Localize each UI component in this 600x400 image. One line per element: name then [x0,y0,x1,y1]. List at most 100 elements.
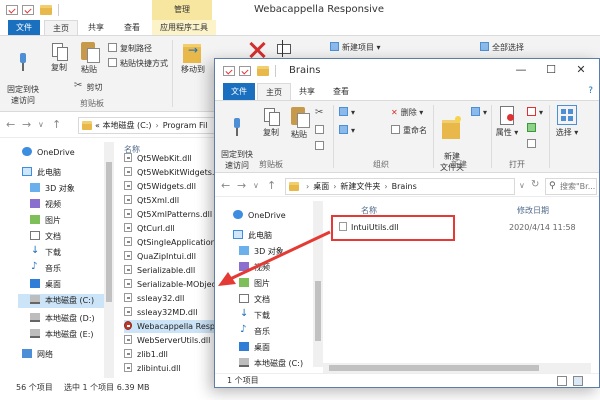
file-row[interactable]: Qt5WebKitWidgets. [124,166,214,179]
paste-button[interactable]: 粘贴 [287,105,311,140]
copy-button[interactable]: 复制 [46,42,72,73]
move-to-button[interactable]: 移动到 [178,40,208,75]
file-row[interactable]: ssleay32MD.dll [124,306,214,319]
new-item-small-button[interactable]: ▾ [471,107,487,117]
help-icon[interactable]: ? [588,86,593,96]
nav-music[interactable]: 音乐 [239,323,270,339]
file-row[interactable]: zlib1.dll [124,348,214,361]
nav-drive-c[interactable]: 本地磁盘 (C:) [18,294,105,308]
select-button[interactable]: 选择 ▾ [553,105,581,138]
breadcrumb-program-files[interactable]: Program Fil [163,121,208,130]
nav-documents[interactable]: 文档 [30,230,61,244]
refresh-icon[interactable]: ↻ [531,179,539,190]
nav-this-pc[interactable]: 此电脑 [233,229,272,243]
file-row[interactable]: Serializable-MObjec [124,278,214,291]
back-arrow-icon[interactable]: ← [6,118,15,131]
tab-application-tools[interactable]: 应用程序工具 [152,20,216,35]
nav-videos[interactable]: 视频 [30,198,61,212]
properties-quick-icon[interactable] [223,66,235,76]
file-row[interactable]: QtCurl.dll [124,222,214,235]
scrollbar-thumb[interactable] [329,365,539,371]
paste-shortcut-button[interactable]: 粘贴快捷方式 [108,58,168,69]
nav-3d-objects[interactable]: 3D 对象 [30,182,75,196]
front-date-column-header[interactable]: 修改日期 [517,205,549,216]
paste-shortcut-small-button[interactable] [315,141,327,151]
nav-3d-objects[interactable]: 3D 对象 [239,245,284,259]
nav-onedrive[interactable]: OneDrive [22,146,75,160]
address-dropdown-icon[interactable]: ∨ [519,181,525,190]
back-nav-scrollbar[interactable] [104,142,114,378]
file-row[interactable]: Qt5WebKit.dll [124,152,214,165]
breadcrumb-drive[interactable]: 本地磁盘 (C:) [102,121,151,130]
front-address-bar[interactable]: › 桌面 › 新建文件夹 › Brains [285,178,515,195]
cut-small-button[interactable] [315,107,325,119]
nav-desktop[interactable]: 桌面 [30,278,61,292]
copy-to-small-button[interactable]: ▾ [339,125,355,135]
copy-path-small-button[interactable] [315,125,327,135]
nav-drive-d[interactable]: 本地磁盘 (D:) [30,312,95,326]
tab-share[interactable]: 共享 [291,83,323,100]
recent-chevron-icon[interactable]: ∨ [38,120,44,129]
edit-small-button[interactable] [527,123,539,133]
forward-arrow-icon[interactable]: → [237,179,246,192]
scrollbar-thumb[interactable] [315,281,321,341]
nav-documents[interactable]: 文档 [239,293,270,307]
front-horizontal-scrollbar[interactable] [323,363,591,373]
checkmark-quick-icon[interactable] [239,66,251,76]
checkmark-quick-icon[interactable] [22,5,34,15]
scrollbar-thumb[interactable] [106,162,112,302]
file-row[interactable]: WebServerUtils.dll [124,334,214,347]
file-row[interactable]: Qt5Xml.dll [124,194,214,207]
tab-file[interactable]: 文件 [223,83,255,100]
nav-this-pc[interactable]: 此电脑 [22,166,61,180]
forward-arrow-icon[interactable]: → [22,118,31,131]
intuiutils-file[interactable]: IntuiUtils.dll [339,221,399,235]
close-button[interactable]: ✕ [567,63,595,79]
nav-downloads[interactable]: 下载 [239,307,270,323]
maximize-button[interactable]: ☐ [537,63,565,79]
back-arrow-icon[interactable]: ← [221,179,230,192]
file-row[interactable]: Qt5Widgets.dll [124,180,214,193]
nav-drive-e[interactable]: 本地磁盘 (E:) [30,328,94,342]
file-row[interactable]: Webacappella Respo [124,320,214,333]
breadcrumb-brains[interactable]: Brains [392,182,417,191]
large-icons-view-icon[interactable] [573,376,583,386]
breadcrumb-desktop[interactable]: 桌面 [313,182,329,191]
file-row[interactable]: ssleay32.dll [124,292,214,305]
new-folder-quick-icon[interactable] [257,66,269,76]
tab-home[interactable]: 主页 [257,83,291,100]
nav-pictures[interactable]: 图片 [30,214,61,228]
new-folder-quick-icon[interactable] [40,5,52,15]
nav-pictures[interactable]: 图片 [239,277,270,291]
copy-button[interactable]: 复制 [259,107,283,138]
file-row[interactable]: Serializable.dll [124,264,214,277]
file-row[interactable]: QuaZipIntui.dll [124,250,214,263]
up-arrow-icon[interactable]: ↑ [267,179,276,192]
pin-quick-access-button[interactable]: 固定到快 速访问 [6,42,40,106]
tab-view[interactable]: 查看 [325,83,357,100]
tab-view[interactable]: 查看 [116,20,148,35]
search-input[interactable]: ⚲ 搜索"Br... [545,178,597,195]
nav-drive-c[interactable]: 本地磁盘 (C:) [239,357,303,371]
select-all-button[interactable]: 全部选择 [480,42,524,53]
file-row[interactable]: QtSingleApplication [124,236,214,249]
move-to-small-button[interactable]: ▾ [339,107,355,117]
manage-context-tab[interactable]: 管理 [152,0,212,20]
cut-button[interactable]: 剪切 [74,80,103,93]
tab-home[interactable]: 主页 [44,20,78,35]
file-row[interactable]: zlibintui.dll [124,362,214,375]
recent-chevron-icon[interactable]: ∨ [253,181,259,190]
delete-button[interactable]: ✕ 删除 ▾ [391,107,423,118]
history-small-button[interactable] [527,139,539,149]
rename-button-back[interactable] [272,40,294,60]
nav-onedrive[interactable]: OneDrive [233,209,286,223]
new-item-button[interactable]: 新建项目 ▾ [330,42,381,53]
pin-quick-access-button[interactable]: 固定到快 速访问 [219,107,255,171]
copy-path-button[interactable]: 复制路径 [108,43,152,54]
nav-network[interactable]: 网络 [22,348,53,362]
tab-share[interactable]: 共享 [80,20,112,35]
nav-downloads[interactable]: 下载 [30,244,61,260]
up-arrow-icon[interactable]: ↑ [52,118,61,131]
front-nav-scrollbar[interactable] [313,201,323,367]
file-row[interactable]: Qt5XmlPatterns.dll [124,208,214,221]
